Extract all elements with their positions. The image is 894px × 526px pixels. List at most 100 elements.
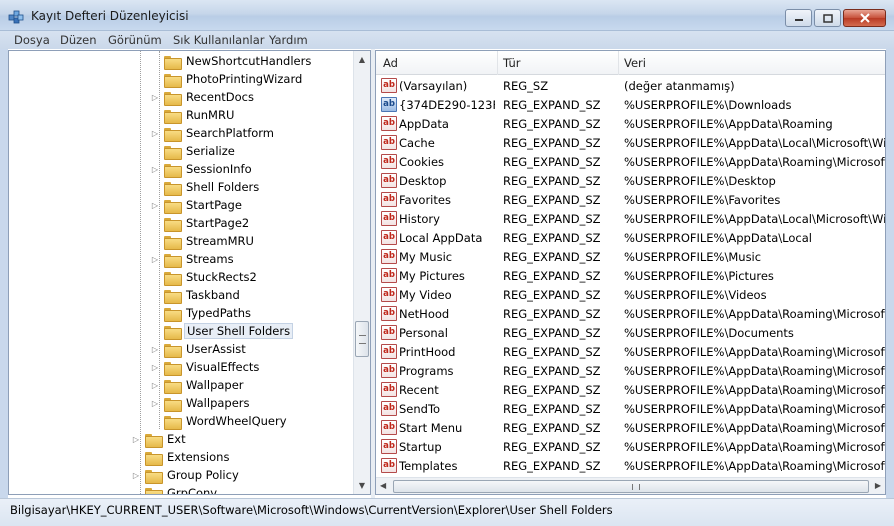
cell-name: My Music: [399, 250, 453, 264]
string-value-icon: ab: [381, 439, 397, 454]
menu-edit[interactable]: Düzen: [60, 33, 97, 47]
list-row[interactable]: ab My Video REG_EXPAND_SZ %USERPROFILE%\Vid…: [376, 286, 885, 305]
list-row[interactable]: ab My Music REG_EXPAND_SZ %USERPROFILE%\Mus…: [376, 248, 885, 267]
tree-item[interactable]: ▷ SearchPlatform: [150, 124, 276, 142]
tree-item-label: StuckRects2: [186, 270, 257, 284]
list-row[interactable]: ab Desktop REG_EXPAND_SZ %USERPROFILE%\Desk…: [376, 172, 885, 191]
folder-icon: [164, 109, 182, 124]
cell-name: SendTo: [399, 402, 441, 416]
expand-arrow-icon[interactable]: ▷: [150, 129, 160, 138]
tree-item[interactable]: StreamMRU: [150, 232, 256, 250]
tree-item[interactable]: GrpConv: [131, 484, 219, 494]
tree-item[interactable]: WordWheelQuery: [150, 412, 289, 430]
tree-item[interactable]: Extensions: [131, 448, 231, 466]
tree-item[interactable]: TypedPaths: [150, 304, 253, 322]
expand-arrow-icon[interactable]: ▷: [150, 363, 160, 372]
scroll-left-arrow-icon[interactable]: ◀: [380, 481, 386, 490]
list-row[interactable]: ab Startup REG_EXPAND_SZ %USERPROFILE%\AppD…: [376, 438, 885, 457]
tree-item[interactable]: Shell Folders: [150, 178, 261, 196]
tree-item[interactable]: User Shell Folders: [150, 322, 294, 340]
cell-data: %USERPROFILE%\AppData\Roaming\Microsoft\…: [624, 155, 886, 169]
scroll-right-arrow-icon[interactable]: ▶: [875, 481, 881, 490]
tree-item[interactable]: ▷ Streams: [150, 250, 236, 268]
column-header-data[interactable]: Veri: [624, 56, 646, 70]
list-scroll-thumb[interactable]: [393, 480, 869, 493]
tree-item[interactable]: ▷ Wallpapers: [150, 394, 252, 412]
list-row[interactable]: ab History REG_EXPAND_SZ %USERPROFILE%\AppD…: [376, 210, 885, 229]
key-tree-pane[interactable]: NewShortcutHandlers PhotoPrintingWizard ▷ R…: [8, 50, 371, 495]
tree-item[interactable]: RunMRU: [150, 106, 236, 124]
cell-data: %USERPROFILE%\AppData\Roaming\Microsoft\…: [624, 421, 886, 435]
tree-item[interactable]: ▷ Group Policy: [131, 466, 241, 484]
string-value-icon: ab: [381, 458, 397, 473]
list-row[interactable]: ab{374DE290-123F... REG_EXPAND_SZ %USERPRO…: [376, 96, 885, 115]
tree-item[interactable]: NewShortcutHandlers: [150, 52, 313, 70]
tree-item[interactable]: ▷ SessionInfo: [150, 160, 254, 178]
cell-type: REG_EXPAND_SZ: [503, 402, 601, 416]
list-row[interactable]: ab Templates REG_EXPAND_SZ %USERPROFILE%\Ap…: [376, 457, 885, 476]
menu-help[interactable]: Yardım: [269, 33, 308, 47]
tree-item[interactable]: PhotoPrintingWizard: [150, 70, 304, 88]
tree-vertical-scrollbar[interactable]: ▲ ▼: [353, 51, 370, 494]
expand-arrow-icon[interactable]: ▷: [150, 165, 160, 174]
list-row[interactable]: ab Personal REG_EXPAND_SZ %USERPROFILE%\Doc…: [376, 324, 885, 343]
cell-name: Recent: [399, 383, 439, 397]
folder-icon: [164, 55, 182, 70]
scroll-up-arrow-icon[interactable]: ▲: [354, 51, 370, 68]
expand-arrow-icon[interactable]: ▷: [150, 93, 160, 102]
menu-favorites[interactable]: Sık Kullanılanlar: [173, 33, 265, 47]
expand-arrow-icon[interactable]: ▷: [150, 345, 160, 354]
tree-item[interactable]: ▷ StartPage: [150, 196, 244, 214]
expand-arrow-icon[interactable]: ▷: [150, 201, 160, 210]
list-row[interactable]: ab AppData REG_EXPAND_SZ %USERPROFILE%\AppD…: [376, 115, 885, 134]
cell-data: %USERPROFILE%\AppData\Local: [624, 231, 812, 245]
tree-item[interactable]: ▷ UserAssist: [150, 340, 248, 358]
tree-item[interactable]: Serialize: [150, 142, 237, 160]
tree-item[interactable]: Taskband: [150, 286, 242, 304]
tree-item[interactable]: ▷ Wallpaper: [150, 376, 246, 394]
close-button[interactable]: [843, 9, 886, 27]
column-header-type[interactable]: Tür: [503, 56, 520, 70]
list-row[interactable]: ab Start Menu REG_EXPAND_SZ %USERPROFILE%\A…: [376, 419, 885, 438]
menu-view[interactable]: Görünüm: [108, 33, 162, 47]
tree-item-label: Serialize: [186, 144, 235, 158]
menu-file[interactable]: Dosya: [14, 33, 50, 47]
tree-item[interactable]: StuckRects2: [150, 268, 259, 286]
list-row[interactable]: ab My Pictures REG_EXPAND_SZ %USERPROFILE%\…: [376, 267, 885, 286]
list-row[interactable]: ab Recent REG_EXPAND_SZ %USERPROFILE%\AppDa…: [376, 381, 885, 400]
list-row[interactable]: ab (Varsayılan) REG_SZ (değer atanmamış): [376, 77, 885, 96]
expand-arrow-icon[interactable]: ▷: [150, 381, 160, 390]
folder-icon: [145, 433, 163, 448]
list-row[interactable]: ab Cookies REG_EXPAND_SZ %USERPROFILE%\AppD…: [376, 153, 885, 172]
scroll-down-arrow-icon[interactable]: ▼: [354, 477, 370, 494]
list-row[interactable]: ab NetHood REG_EXPAND_SZ %USERPROFILE%\AppD…: [376, 305, 885, 324]
list-row[interactable]: ab Favorites REG_EXPAND_SZ %USERPROFILE%\Fa…: [376, 191, 885, 210]
list-row[interactable]: ab SendTo REG_EXPAND_SZ %USERPROFILE%\AppDa…: [376, 400, 885, 419]
cell-data: %USERPROFILE%\Documents: [624, 326, 794, 340]
expand-arrow-icon[interactable]: ▷: [150, 399, 160, 408]
list-row[interactable]: ab Local AppData REG_EXPAND_SZ %USERPROFILE…: [376, 229, 885, 248]
cell-type: REG_EXPAND_SZ: [503, 288, 601, 302]
minimize-button[interactable]: [785, 9, 812, 27]
tree-item-label: RecentDocs: [186, 90, 254, 104]
tree-item[interactable]: ▷ RecentDocs: [150, 88, 256, 106]
tree-scroll-thumb[interactable]: [355, 321, 369, 357]
list-horizontal-scrollbar[interactable]: ◀ ▶: [376, 477, 885, 494]
column-header-name[interactable]: Ad: [383, 56, 398, 70]
list-row[interactable]: ab Cache REG_EXPAND_SZ %USERPROFILE%\AppDat…: [376, 134, 885, 153]
tree-item[interactable]: ▷ Ext: [131, 430, 188, 448]
expand-arrow-icon[interactable]: ▷: [131, 471, 141, 480]
tree-item[interactable]: ▷ VisualEffects: [150, 358, 261, 376]
values-list-pane[interactable]: Ad Tür Veri ab (Varsayılan) REG_SZ (değer a…: [375, 50, 886, 495]
folder-icon: [164, 73, 182, 88]
list-row[interactable]: ab PrintHood REG_EXPAND_SZ %USERPROFILE%\Ap…: [376, 343, 885, 362]
string-value-icon: ab: [381, 420, 397, 435]
maximize-button[interactable]: [814, 9, 841, 27]
expand-arrow-icon[interactable]: ▷: [150, 255, 160, 264]
list-row[interactable]: ab Programs REG_EXPAND_SZ %USERPROFILE%\App…: [376, 362, 885, 381]
tree-item[interactable]: StartPage2: [150, 214, 251, 232]
expand-arrow-icon[interactable]: ▷: [131, 435, 141, 444]
cell-data: %USERPROFILE%\Favorites: [624, 193, 781, 207]
cell-name: (Varsayılan): [399, 79, 468, 93]
status-bar: Bilgisayar\HKEY_CURRENT_USER\Software\Mi…: [0, 498, 894, 526]
